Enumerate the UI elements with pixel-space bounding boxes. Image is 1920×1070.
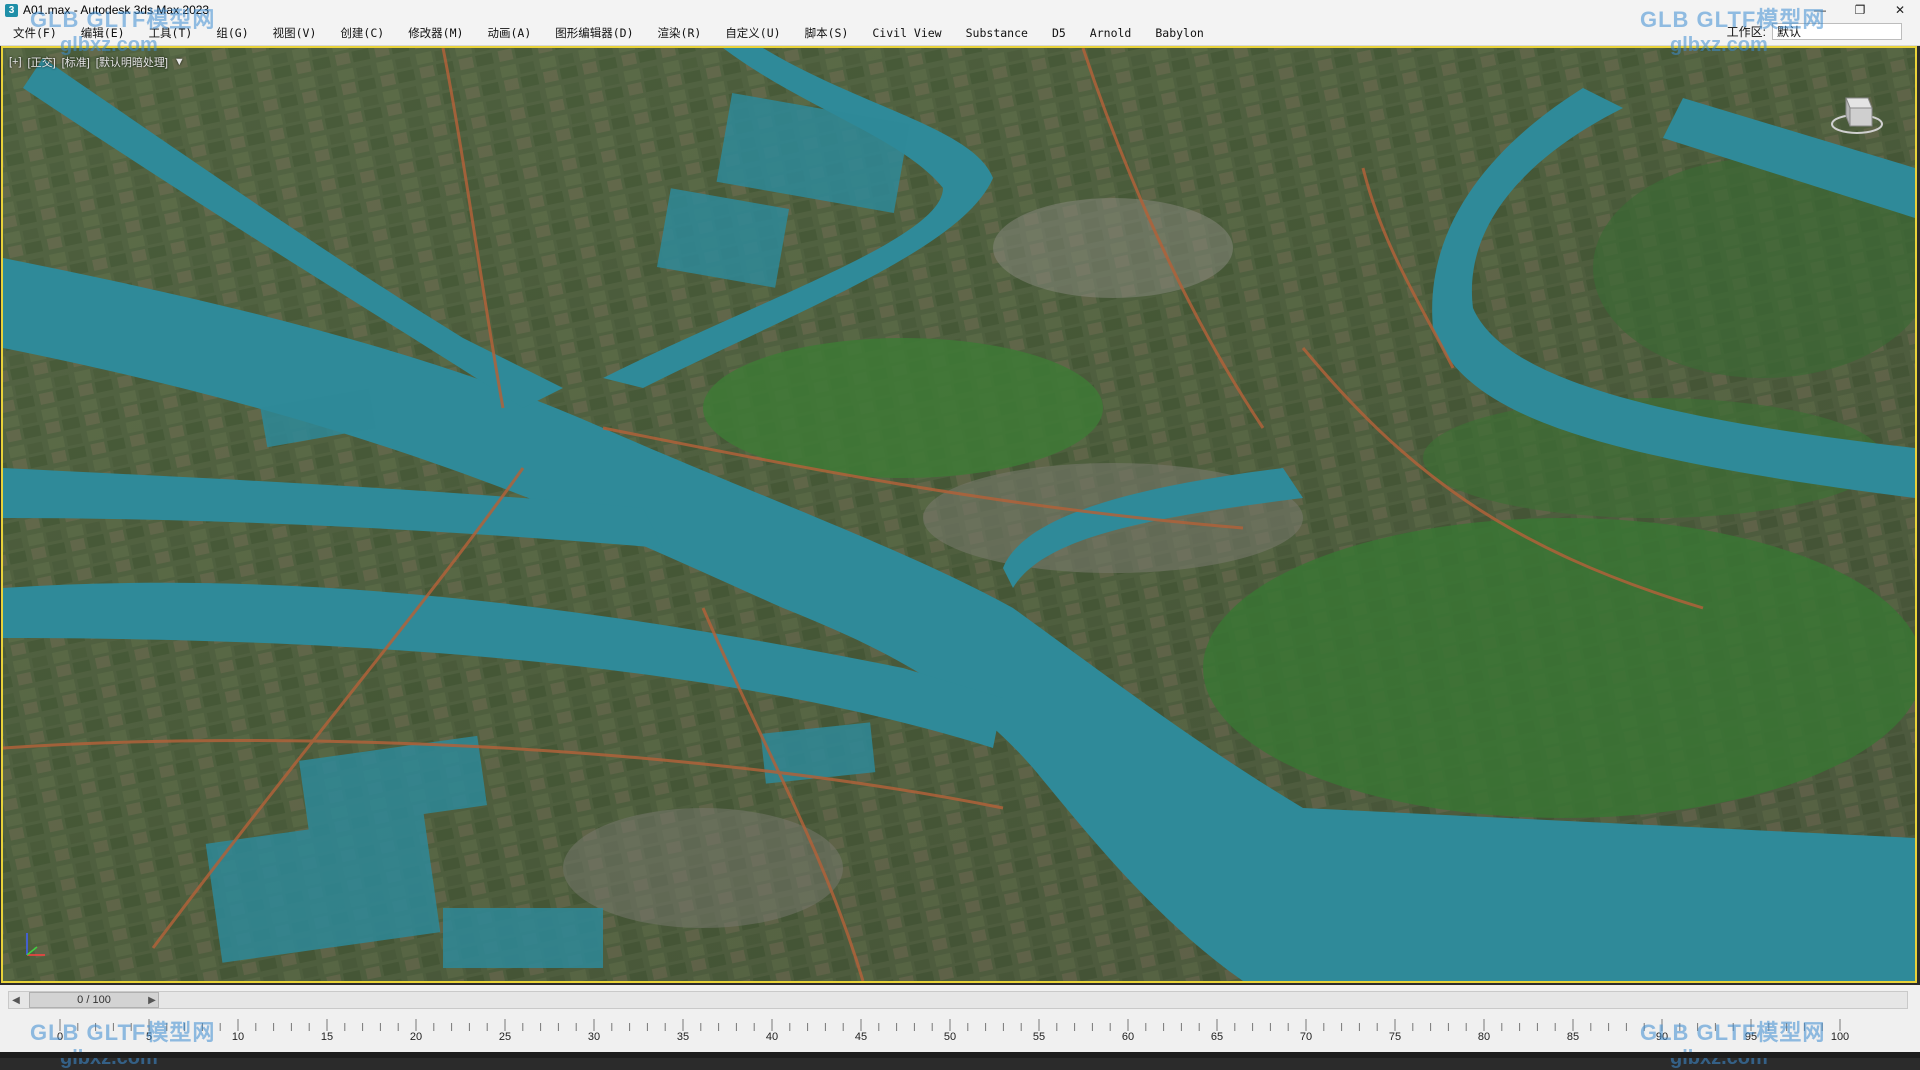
track-tick-label: 40: [765, 1031, 779, 1043]
axis-tripod-icon: [26, 933, 45, 956]
track-tick-label: 25: [498, 1031, 512, 1043]
viewport-menu-plus[interactable]: [+]: [9, 56, 22, 68]
track-tick-label: 10: [231, 1031, 245, 1043]
menu-civil-view[interactable]: Civil View: [859, 26, 952, 40]
city-area: [563, 808, 843, 928]
track-tick-label: 35: [676, 1031, 690, 1043]
menu-tools[interactable]: 工具(T): [136, 25, 204, 41]
track-tick-label: 65: [1210, 1031, 1224, 1043]
viewport-label: [+] [正交] [标准] [默认明暗处理] ▼: [9, 54, 185, 70]
workspace-dropdown[interactable]: 默认: [1772, 23, 1902, 40]
hill: [1203, 518, 1915, 818]
minimize-icon: —: [1814, 3, 1826, 17]
menu-modifiers[interactable]: 修改器(M): [395, 25, 474, 41]
track-tick-label: 15: [320, 1031, 334, 1043]
track-tick-label: 5: [145, 1031, 153, 1043]
menu-substance[interactable]: Substance: [953, 26, 1039, 40]
track-tick-label: 70: [1299, 1031, 1313, 1043]
track-tick-label: 90: [1655, 1031, 1669, 1043]
viewport-shading-mode[interactable]: [标准]: [62, 54, 90, 70]
menu-group[interactable]: 组(G): [203, 25, 259, 41]
track-tick-label: 0: [56, 1031, 64, 1043]
terrain-scene[interactable]: [3, 48, 1915, 981]
track-tick-label: 55: [1032, 1031, 1046, 1043]
3ds-max-app-icon[interactable]: 3: [5, 3, 18, 17]
track-tick-label: 95: [1744, 1031, 1758, 1043]
minimize-button[interactable]: —: [1800, 0, 1840, 20]
menu-babylon[interactable]: Babylon: [1142, 26, 1214, 40]
menu-rendering[interactable]: 渲染(R): [645, 25, 713, 41]
workspace-label: 工作区:: [1726, 25, 1766, 39]
viewport-lighting-mode[interactable]: [默认明暗处理]: [96, 54, 168, 70]
next-frame-icon[interactable]: ▶: [145, 992, 159, 1008]
time-slider[interactable]: ◀ 0 / 100 ▶: [8, 991, 1908, 1009]
track-tick-label: 45: [854, 1031, 868, 1043]
window-title: A01.max - Autodesk 3ds Max 2023: [23, 3, 210, 17]
menu-animation[interactable]: 动画(A): [474, 25, 542, 41]
menu-arnold[interactable]: Arnold: [1077, 26, 1143, 40]
menu-views[interactable]: 视图(V): [260, 25, 328, 41]
time-slider-panel: ◀ 0 / 100 ▶ 0 5 10 15 20 25 30 35 40 45 50 55 60 65 70…: [0, 985, 1920, 1069]
close-button[interactable]: ✕: [1880, 0, 1920, 20]
track-tick-label: 60: [1121, 1031, 1135, 1043]
taskbar: [0, 1052, 1920, 1058]
city-area: [993, 198, 1233, 298]
maximize-button[interactable]: ❐: [1840, 0, 1880, 20]
hill: [703, 338, 1103, 478]
track-tick-label: 20: [409, 1031, 423, 1043]
viewcube-icon[interactable]: [1829, 86, 1885, 142]
menu-file[interactable]: 文件(F): [0, 25, 68, 41]
viewport-point-of-view[interactable]: [正交]: [28, 54, 56, 70]
menu-bar: 文件(F) 编辑(E) 工具(T) 组(G) 视图(V) 创建(C) 修改器(M…: [0, 20, 1920, 46]
track-tick-label: 75: [1388, 1031, 1402, 1043]
title-bar: 3 A01.max - Autodesk 3ds Max 2023 — ❐ ✕: [0, 0, 1920, 20]
menu-customize[interactable]: 自定义(U): [712, 25, 791, 41]
maximize-icon: ❐: [1854, 3, 1866, 17]
menu-create[interactable]: 创建(C): [327, 25, 395, 41]
perspective-viewport[interactable]: [+] [正交] [标准] [默认明暗处理] ▼: [1, 46, 1917, 983]
track-tick-label: 100: [1830, 1031, 1850, 1043]
track-tick-label: 50: [943, 1031, 957, 1043]
workspace-selector: 工作区: 默认: [1727, 23, 1902, 40]
track-tick-label: 30: [587, 1031, 601, 1043]
time-slider-thumb[interactable]: 0 / 100: [29, 992, 159, 1008]
filter-icon[interactable]: ▼: [174, 56, 185, 68]
close-icon: ✕: [1894, 3, 1906, 17]
track-tick-label: 85: [1566, 1031, 1580, 1043]
menu-graph-editors[interactable]: 图形编辑器(D): [542, 25, 644, 41]
previous-frame-icon[interactable]: ◀: [9, 992, 23, 1008]
menu-scripting[interactable]: 脚本(S): [792, 25, 860, 41]
menu-d5[interactable]: D5: [1039, 26, 1077, 40]
track-tick-label: 80: [1477, 1031, 1491, 1043]
menu-edit[interactable]: 编辑(E): [68, 25, 136, 41]
